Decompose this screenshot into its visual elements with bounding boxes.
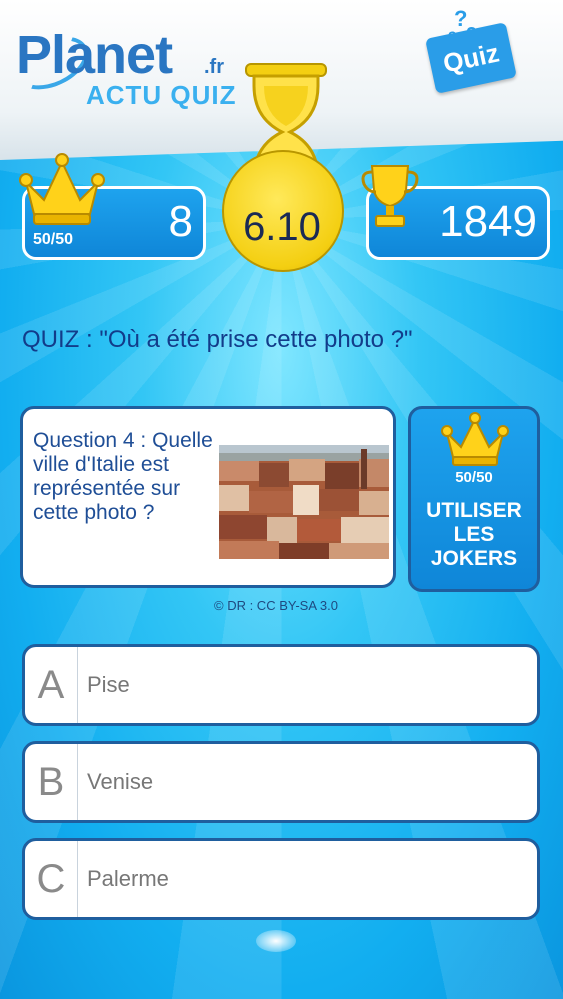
question-photo xyxy=(219,445,389,559)
lives-count: 8 xyxy=(168,197,193,246)
trophy-icon xyxy=(361,165,419,227)
joker-label-line: JOKERS xyxy=(430,547,518,570)
quiz-badge-label: Quiz xyxy=(440,37,502,79)
answer-letter: A xyxy=(25,647,78,723)
answer-text: Pise xyxy=(87,672,130,697)
joker-count: 50/50 xyxy=(455,469,493,486)
answer-option-c[interactable]: C Palerme xyxy=(22,838,540,920)
crown-icon xyxy=(441,412,509,466)
answer-text: Palerme xyxy=(87,866,169,891)
logo-fr-text: .fr xyxy=(204,56,224,78)
question-text: Question 4 : Quelle ville d'Italie est r… xyxy=(33,429,213,524)
photo-credit: © DR : CC BY-SA 3.0 xyxy=(214,598,338,613)
joker-label: UTILISER LES JOKERS xyxy=(411,499,537,571)
decorative-glow xyxy=(256,930,296,952)
use-jokers-button[interactable]: 50/50 UTILISER LES JOKERS xyxy=(408,406,540,592)
answer-text: Venise xyxy=(87,769,154,794)
question-card: Question 4 : Quelle ville d'Italie est r… xyxy=(20,406,396,588)
joker-label-line: UTILISER xyxy=(426,499,522,522)
answer-option-a[interactable]: A Pise xyxy=(22,644,540,726)
timer-value: 6.10 xyxy=(243,205,321,249)
crown-icon xyxy=(19,153,105,225)
jokers-count: 50/50 xyxy=(33,231,74,248)
answer-option-b[interactable]: B Venise xyxy=(22,741,540,823)
score-value: 1849 xyxy=(439,197,537,246)
logo-actu-quiz: ACTU QUIZ xyxy=(86,80,237,110)
answer-letter: C xyxy=(25,841,78,917)
logo-planet-text: Planet xyxy=(16,25,173,85)
quiz-title: QUIZ : "Où a été prise cette photo ?" xyxy=(22,326,413,353)
answer-letter: B xyxy=(25,744,78,820)
joker-label-line: LES xyxy=(453,523,495,546)
